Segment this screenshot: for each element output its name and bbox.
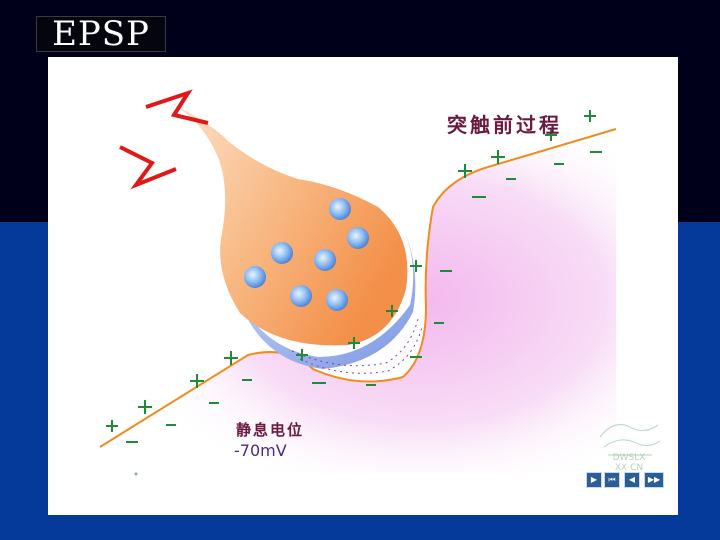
vesicle — [329, 198, 351, 220]
presynaptic-terminal — [156, 97, 408, 346]
play-button[interactable]: ▶ — [586, 472, 602, 488]
vesicle — [347, 227, 369, 249]
label-resting-potential: 静息电位 — [236, 421, 305, 439]
diagram-panel: 突触前过程 静息电位 -70mV DWSLX XX·CN ▶ ⏮ ◀ ▶▶ — [48, 57, 678, 515]
previous-button[interactable]: ◀ — [624, 472, 640, 488]
slide-title: EPSP — [36, 16, 166, 52]
fast-forward-button[interactable]: ▶▶ — [644, 472, 664, 488]
label-membrane-potential: -70mV — [234, 441, 287, 460]
synapse-diagram — [99, 89, 661, 476]
small-dot — [134, 472, 138, 476]
skip-back-button[interactable]: ⏮ — [604, 472, 620, 488]
vesicle — [290, 285, 312, 307]
watermark: DWSLX XX·CN — [594, 417, 664, 475]
vesicle — [271, 242, 293, 264]
vesicle — [326, 289, 348, 311]
vesicle — [314, 249, 336, 271]
lightning-bolt-icon — [119, 145, 177, 190]
watermark-text: DWSLX — [612, 453, 646, 463]
vesicle — [244, 266, 266, 288]
label-presynaptic-process: 突触前过程 — [447, 113, 562, 137]
